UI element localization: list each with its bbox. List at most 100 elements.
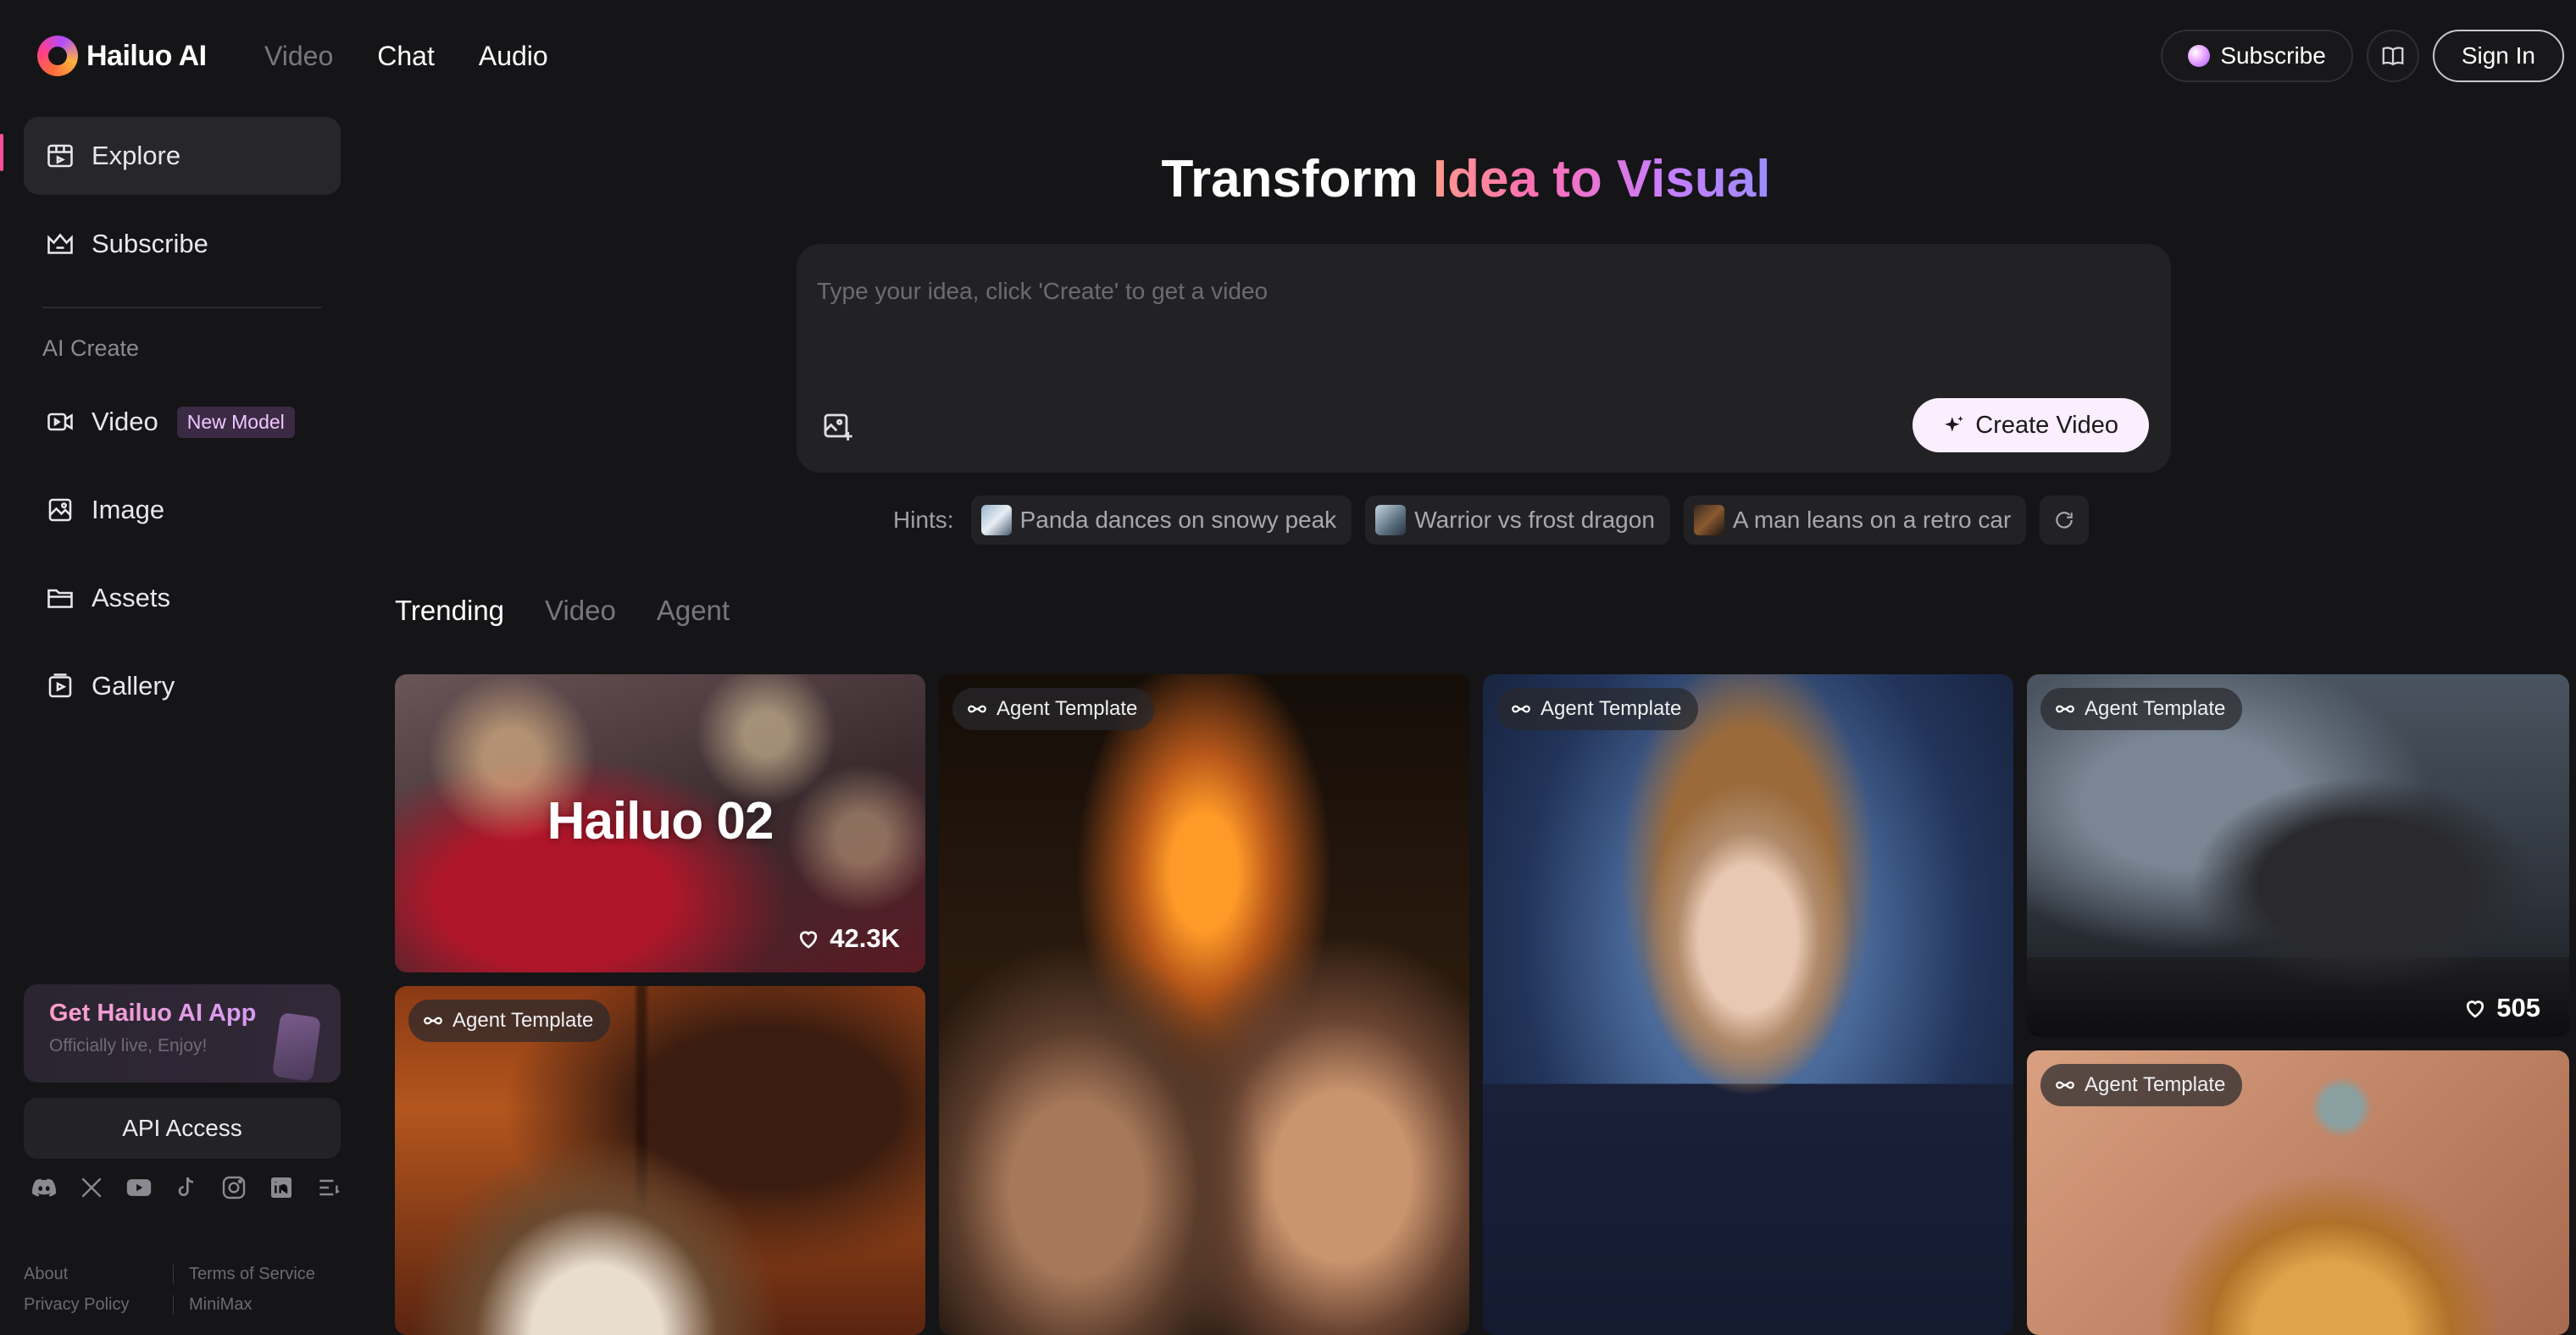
privacy-link[interactable]: Privacy Policy [24, 1295, 173, 1315]
nav-audio[interactable]: Audio [479, 41, 548, 72]
refresh-icon [2056, 512, 2074, 529]
new-model-badge: New Model [176, 406, 295, 438]
terms-link[interactable]: Terms of Service [173, 1264, 315, 1284]
gallery-icon [44, 670, 76, 702]
create-video-label: Create Video [1975, 411, 2118, 439]
subscribe-button[interactable]: Subscribe [2161, 30, 2353, 82]
hints-label: Hints: [893, 507, 954, 533]
like-count-value: 42.3K [830, 923, 900, 953]
linkedin-icon[interactable] [266, 1172, 297, 1203]
hints-row: Hints: Panda dances on snowy peak Warrio… [893, 495, 2090, 546]
hint-text: Warrior vs frost dragon [1414, 507, 1655, 533]
sparkle-icon [1945, 416, 1964, 432]
prompt-input[interactable] [817, 266, 2139, 317]
tab-video[interactable]: Video [545, 595, 616, 627]
sidebar-item-label: Subscribe [92, 229, 208, 258]
agent-template-label: Agent Template [2085, 1073, 2226, 1096]
nav-chat[interactable]: Chat [377, 41, 435, 72]
hint-thumbnail [1375, 505, 1407, 535]
gallery-card[interactable]: Hailuo 02 42.3K [395, 674, 925, 972]
image-icon [44, 494, 76, 526]
like-count[interactable]: 42.3K [796, 923, 900, 954]
social-links [29, 1172, 344, 1203]
get-app-card[interactable]: Get Hailuo AI App Officially live, Enjoy… [24, 984, 341, 1083]
sidebar-item-label: Gallery [92, 671, 175, 701]
youtube-icon[interactable] [124, 1172, 154, 1203]
section-label: AI Create [42, 335, 140, 361]
create-video-button[interactable]: Create Video [1913, 398, 2149, 452]
tab-trending[interactable]: Trending [395, 595, 504, 627]
company-link[interactable]: MiniMax [173, 1294, 252, 1315]
subscribe-label: Subscribe [2220, 42, 2326, 69]
sidebar-item-image[interactable]: Image [24, 471, 341, 549]
agent-template-label: Agent Template [2085, 697, 2226, 720]
brand-name: Hailuo AI [86, 39, 207, 72]
like-count-value: 505 [2496, 993, 2540, 1022]
sidebar-divider [42, 307, 322, 308]
sidebar-item-label: Video [92, 407, 158, 436]
refresh-hints-button[interactable] [2040, 496, 2090, 545]
tab-agent[interactable]: Agent [657, 595, 730, 627]
app-card-title: Get Hailuo AI App [49, 1000, 315, 1028]
sidebar-item-subscribe[interactable]: Subscribe [24, 205, 341, 283]
hint-chip[interactable]: A man leans on a retro car [1683, 496, 2027, 545]
sign-in-button[interactable]: Sign In [2432, 30, 2564, 82]
heart-icon [2467, 1000, 2484, 1018]
sidebar-item-gallery[interactable]: Gallery [24, 647, 341, 725]
x-icon[interactable] [76, 1172, 107, 1203]
like-count[interactable]: 505 [2462, 993, 2540, 1023]
hint-chip[interactable]: Panda dances on snowy peak [970, 496, 1352, 545]
about-link[interactable]: About [24, 1265, 173, 1284]
gallery-card[interactable]: Agent Template [939, 674, 1469, 1335]
agent-template-tag: Agent Template [1496, 688, 1699, 730]
book-icon [2382, 47, 2404, 66]
folder-icon [44, 582, 76, 614]
api-access-button[interactable]: API Access [24, 1098, 341, 1159]
hint-text: Panda dances on snowy peak [1019, 507, 1337, 533]
agent-template-tag: Agent Template [408, 1000, 611, 1042]
hint-thumbnail [1693, 505, 1724, 535]
hero-title-highlight: Idea to Visual [1432, 150, 1771, 208]
image-upload-button[interactable] [819, 408, 858, 447]
card-title: Hailuo 02 [547, 792, 774, 850]
gallery-card[interactable]: Agent Template [2027, 1050, 2569, 1335]
infinity-icon [2056, 1081, 2074, 1089]
hero-title-plain: Transform [1161, 150, 1433, 208]
crown-icon [44, 228, 76, 260]
hint-chip[interactable]: Warrior vs frost dragon [1365, 496, 1670, 545]
brand-logo[interactable]: Hailuo AI [37, 34, 207, 78]
sign-in-label: Sign In [2461, 42, 2535, 69]
image-add-icon [824, 413, 852, 440]
tiktok-icon[interactable] [171, 1172, 202, 1203]
heart-icon [800, 931, 818, 949]
sidebar-item-label: Image [92, 495, 165, 524]
hint-thumbnail [980, 505, 1012, 535]
agent-template-tag: Agent Template [2040, 1064, 2243, 1106]
sidebar: Explore Subscribe AI Create Video New Mo… [0, 110, 356, 1335]
gallery-card[interactable]: Agent Template [395, 986, 925, 1335]
phone-icon [271, 1012, 322, 1082]
gallery-card[interactable]: Agent Template [1483, 674, 2013, 1335]
sidebar-item-label: Assets [92, 583, 171, 612]
more-links-icon[interactable] [314, 1172, 344, 1203]
instagram-icon[interactable] [219, 1172, 249, 1203]
nav-video[interactable]: Video [264, 41, 333, 72]
top-nav: Video Chat Audio [264, 34, 548, 78]
agent-template-label: Agent Template [997, 697, 1138, 720]
hero-title: Transform Idea to Visual [0, 149, 2576, 209]
footer-links: About Terms of Service Privacy Policy Mi… [24, 1259, 346, 1320]
docs-button[interactable] [2366, 30, 2419, 82]
app-root: Hailuo AI Video Chat Audio Subscribe Sig… [0, 0, 2576, 1335]
infinity-icon [1512, 705, 1530, 713]
gallery-card[interactable]: Agent Template 505 [2027, 674, 2569, 1037]
infinity-icon [424, 1016, 442, 1025]
content-tabs: Trending Video Agent [395, 595, 730, 627]
agent-template-label: Agent Template [1541, 697, 1682, 720]
top-actions: Subscribe Sign In [2161, 29, 2564, 83]
hint-text: A man leans on a retro car [1732, 507, 2012, 533]
sidebar-item-assets[interactable]: Assets [24, 559, 341, 637]
infinity-icon [2056, 705, 2074, 713]
sidebar-item-video[interactable]: Video New Model [24, 383, 341, 461]
prompt-box: Create Video [797, 244, 2171, 473]
discord-icon[interactable] [29, 1172, 59, 1203]
